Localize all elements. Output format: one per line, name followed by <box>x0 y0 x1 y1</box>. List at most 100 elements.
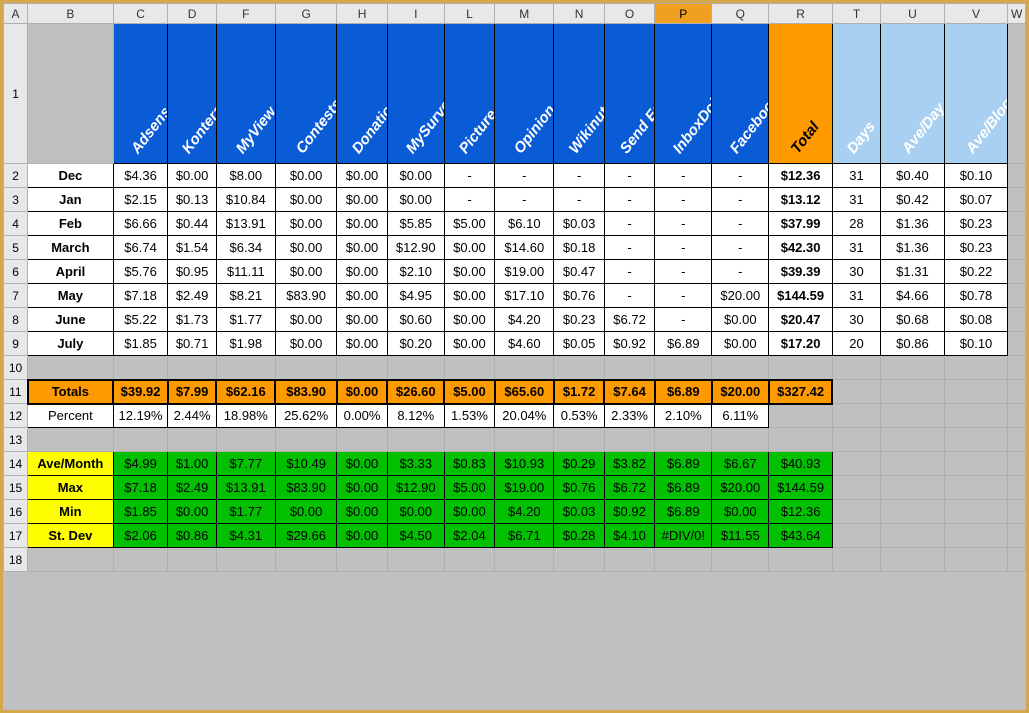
summary-cell[interactable]: $1.36 <box>881 212 945 236</box>
empty-cell[interactable] <box>1008 212 1026 236</box>
value-cell[interactable]: $0.20 <box>387 332 444 356</box>
value-cell[interactable]: $0.00 <box>275 188 336 212</box>
header-picture[interactable]: Picture <box>444 24 494 164</box>
empty-cell[interactable] <box>554 428 604 452</box>
value-cell[interactable]: $0.03 <box>554 212 604 236</box>
stat-cell[interactable]: $0.28 <box>554 524 604 548</box>
empty-cell[interactable] <box>216 548 275 572</box>
header-total[interactable]: Total <box>769 24 833 164</box>
stat-cell[interactable]: $7.77 <box>216 452 275 476</box>
empty-cell[interactable] <box>604 356 654 380</box>
empty-cell[interactable] <box>832 500 880 524</box>
total-cell[interactable]: $26.60 <box>387 380 444 404</box>
value-cell[interactable]: $0.71 <box>168 332 216 356</box>
empty-cell[interactable] <box>1008 524 1026 548</box>
empty-cell[interactable] <box>1008 236 1026 260</box>
value-cell[interactable]: $0.00 <box>168 164 216 188</box>
stat-cell[interactable]: $6.72 <box>604 476 654 500</box>
empty-cell[interactable] <box>495 428 554 452</box>
stat-cell[interactable]: $6.71 <box>495 524 554 548</box>
stat-cell[interactable]: #DIV/0! <box>655 524 712 548</box>
value-cell[interactable]: $6.10 <box>495 212 554 236</box>
value-cell[interactable]: $8.21 <box>216 284 275 308</box>
stat-cell[interactable]: $0.03 <box>554 500 604 524</box>
stat-cell[interactable]: $10.49 <box>275 452 336 476</box>
row-header[interactable]: 15 <box>4 476 28 500</box>
value-cell[interactable]: $0.00 <box>444 236 494 260</box>
empty-cell[interactable] <box>769 548 833 572</box>
total-cell[interactable]: $6.89 <box>655 380 712 404</box>
value-cell[interactable]: $14.60 <box>495 236 554 260</box>
col-header-O[interactable]: O <box>604 4 654 24</box>
value-cell[interactable]: $0.00 <box>387 188 444 212</box>
value-cell[interactable]: $0.95 <box>168 260 216 284</box>
summary-cell[interactable]: $0.68 <box>881 308 945 332</box>
value-cell[interactable]: $11.11 <box>216 260 275 284</box>
stat-cell[interactable]: $6.89 <box>655 452 712 476</box>
row-header[interactable]: 10 <box>4 356 28 380</box>
summary-cell[interactable]: $0.10 <box>944 164 1008 188</box>
stat-cell[interactable]: $3.82 <box>604 452 654 476</box>
row-header[interactable]: 1 <box>4 24 28 164</box>
value-cell[interactable]: - <box>444 188 494 212</box>
value-cell[interactable]: - <box>444 164 494 188</box>
stat-cell[interactable]: $4.10 <box>604 524 654 548</box>
row-header[interactable]: 9 <box>4 332 28 356</box>
row-header[interactable]: 17 <box>4 524 28 548</box>
value-cell[interactable]: - <box>655 284 712 308</box>
stat-cell[interactable]: $29.66 <box>275 524 336 548</box>
row-total[interactable]: $144.59 <box>769 284 833 308</box>
empty-cell[interactable] <box>1008 332 1026 356</box>
stat-cell[interactable]: $0.00 <box>387 500 444 524</box>
percent-cell[interactable]: 20.04% <box>495 404 554 428</box>
empty-cell[interactable] <box>881 500 945 524</box>
empty-cell[interactable] <box>1008 476 1026 500</box>
empty-cell[interactable] <box>944 476 1008 500</box>
month-label[interactable]: April <box>28 260 114 284</box>
empty-cell[interactable] <box>28 24 114 164</box>
stat-label[interactable]: Ave/Month <box>28 452 114 476</box>
total-cell[interactable]: $62.16 <box>216 380 275 404</box>
value-cell[interactable]: $0.47 <box>554 260 604 284</box>
empty-cell[interactable] <box>712 356 769 380</box>
month-label[interactable]: Dec <box>28 164 114 188</box>
stat-cell[interactable]: $12.36 <box>769 500 833 524</box>
col-header-L[interactable]: L <box>444 4 494 24</box>
col-header-B[interactable]: B <box>28 4 114 24</box>
value-cell[interactable]: $2.49 <box>168 284 216 308</box>
col-header-W[interactable]: W <box>1008 4 1026 24</box>
empty-cell[interactable] <box>337 428 387 452</box>
value-cell[interactable]: $19.00 <box>495 260 554 284</box>
empty-cell[interactable] <box>832 548 880 572</box>
total-cell[interactable]: $1.72 <box>554 380 604 404</box>
total-cell[interactable]: $65.60 <box>495 380 554 404</box>
empty-cell[interactable] <box>769 428 833 452</box>
row-total[interactable]: $37.99 <box>769 212 833 236</box>
row-header[interactable]: 7 <box>4 284 28 308</box>
row-header[interactable]: 8 <box>4 308 28 332</box>
stat-cell[interactable]: $0.92 <box>604 500 654 524</box>
header-ave-blog[interactable]: Ave/Blog <box>944 24 1008 164</box>
total-cell[interactable]: $83.90 <box>275 380 336 404</box>
total-cell[interactable]: $327.42 <box>769 380 833 404</box>
col-header-U[interactable]: U <box>881 4 945 24</box>
empty-cell[interactable] <box>554 356 604 380</box>
stat-cell[interactable]: $2.49 <box>168 476 216 500</box>
empty-cell[interactable] <box>832 356 880 380</box>
value-cell[interactable]: - <box>655 164 712 188</box>
row-total[interactable]: $13.12 <box>769 188 833 212</box>
header-opinion[interactable]: Opinion <box>495 24 554 164</box>
month-label[interactable]: March <box>28 236 114 260</box>
total-cell[interactable]: $39.92 <box>113 380 168 404</box>
col-header-I[interactable]: I <box>387 4 444 24</box>
value-cell[interactable]: $0.00 <box>444 284 494 308</box>
empty-cell[interactable] <box>769 404 833 428</box>
value-cell[interactable]: $0.00 <box>337 308 387 332</box>
stat-cell[interactable]: $4.99 <box>113 452 168 476</box>
value-cell[interactable]: $0.00 <box>712 332 769 356</box>
row-header[interactable]: 5 <box>4 236 28 260</box>
stat-cell[interactable]: $1.00 <box>168 452 216 476</box>
value-cell[interactable]: $0.05 <box>554 332 604 356</box>
row-total[interactable]: $39.39 <box>769 260 833 284</box>
value-cell[interactable]: $1.73 <box>168 308 216 332</box>
